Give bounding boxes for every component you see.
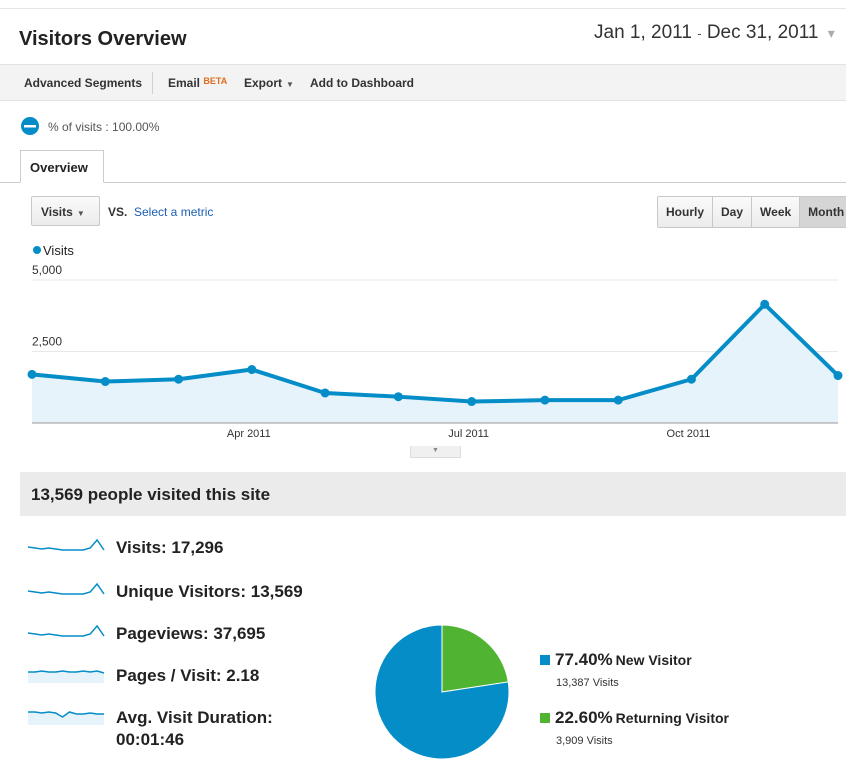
date-separator: -: [697, 26, 702, 41]
y-tick-label: 5,000: [32, 265, 62, 277]
pie-name: New Visitor: [615, 652, 692, 668]
data-point[interactable]: [613, 395, 623, 405]
x-tick-label: Jul 2011: [448, 428, 489, 440]
chart-collapse-toggle[interactable]: ▼: [410, 446, 461, 458]
legend-visits: Visits: [43, 243, 74, 258]
series-area: [32, 304, 838, 423]
sparkline-area: [28, 671, 104, 683]
tab-overview[interactable]: Overview: [20, 150, 104, 183]
pie-name: Returning Visitor: [615, 710, 729, 726]
chevron-down-icon: ▼: [286, 80, 294, 89]
pie-segment-icon: [21, 117, 39, 135]
sparkline-line: [27, 582, 105, 595]
data-point[interactable]: [27, 369, 37, 379]
email-button[interactable]: Email BETA: [168, 76, 227, 90]
email-label: Email: [168, 76, 201, 90]
metric-label: Pageviews: 37,695: [116, 624, 266, 643]
vs-label: VS.: [108, 205, 128, 219]
pie-visits-new: 13,387 Visits: [556, 677, 619, 689]
advanced-segments-button[interactable]: Advanced Segments: [24, 76, 142, 90]
toolbar: Advanced Segments Email BETA Export ▼ Add…: [0, 64, 846, 101]
data-point[interactable]: [100, 377, 110, 387]
toolbar-divider: [152, 72, 153, 94]
data-point[interactable]: [540, 395, 550, 405]
data-point[interactable]: [760, 299, 770, 309]
y-tick-label: 2,500: [32, 335, 62, 349]
pie-pct: 22.60%: [555, 708, 613, 727]
data-point[interactable]: [833, 371, 843, 381]
data-point[interactable]: [320, 388, 330, 398]
pie-slice[interactable]: [441, 624, 509, 693]
metric-label: Pages / Visit: 2.18: [116, 666, 260, 685]
granularity-month[interactable]: Month: [799, 197, 846, 227]
summary-headline: 13,569 people visited this site: [31, 485, 271, 504]
metric-select[interactable]: Visits ▼: [31, 196, 100, 226]
beta-badge: BETA: [203, 76, 228, 86]
visitor-type-pie[interactable]: [372, 622, 512, 762]
legend-swatch: [540, 655, 550, 665]
data-point[interactable]: [686, 374, 696, 384]
pie-visits-returning: 3,909 Visits: [556, 735, 613, 747]
sparkline[interactable]: [26, 622, 106, 642]
data-point[interactable]: [393, 392, 403, 402]
granularity-day[interactable]: Day: [712, 197, 752, 227]
chevron-down-icon: ▾: [827, 25, 835, 41]
sparkline[interactable]: [26, 664, 106, 684]
visits-chart[interactable]: 5,000 2,500 Apr 2011 Jul 2011 Oct 2011: [0, 265, 846, 445]
tab-divider: [0, 182, 846, 183]
granularity-hourly[interactable]: Hourly: [658, 197, 713, 227]
metric-label: Visits: 17,296: [116, 538, 224, 557]
chevron-down-icon: ▼: [76, 209, 85, 218]
metric-label: Avg. Visit Duration:: [116, 708, 273, 727]
metric-value: 00:01:46: [116, 730, 185, 749]
segment-label: % of visits : 100.00%: [48, 120, 160, 134]
select-metric-link[interactable]: Select a metric: [134, 205, 213, 219]
sparkline-line: [27, 538, 105, 551]
granularity-week[interactable]: Week: [751, 197, 800, 227]
export-label: Export: [244, 76, 283, 90]
date-end: Dec 31, 2011: [706, 22, 819, 43]
legend-swatch: [540, 713, 550, 723]
metric-label: Unique Visitors: 13,569: [116, 582, 303, 601]
pie-legend-returning: 22.60% Returning Visitor: [540, 708, 729, 728]
granularity-toggle: Hourly Day Week Month: [657, 196, 846, 228]
data-point[interactable]: [174, 374, 184, 384]
metric-select-label: Visits: [41, 205, 73, 219]
data-point[interactable]: [247, 365, 257, 375]
export-button[interactable]: Export ▼: [244, 76, 294, 90]
sparkline[interactable]: [26, 536, 106, 556]
data-point[interactable]: [467, 397, 477, 407]
pie-legend-new: 77.40% New Visitor: [540, 650, 692, 670]
top-divider: [0, 8, 846, 9]
date-start: Jan 1, 2011: [594, 22, 692, 43]
pie-pct: 77.40%: [555, 650, 613, 669]
sparkline[interactable]: [26, 580, 106, 600]
sparkline[interactable]: [26, 706, 106, 726]
legend-marker: [33, 246, 41, 254]
date-range-picker[interactable]: Jan 1, 2011 - Dec 31, 2011 ▾: [594, 22, 835, 44]
sparkline-line: [27, 624, 105, 637]
x-tick-label: Oct 2011: [667, 428, 711, 440]
x-tick-label: Apr 2011: [227, 428, 271, 440]
page-title: Visitors Overview: [19, 28, 187, 50]
add-to-dashboard-button[interactable]: Add to Dashboard: [310, 76, 414, 90]
